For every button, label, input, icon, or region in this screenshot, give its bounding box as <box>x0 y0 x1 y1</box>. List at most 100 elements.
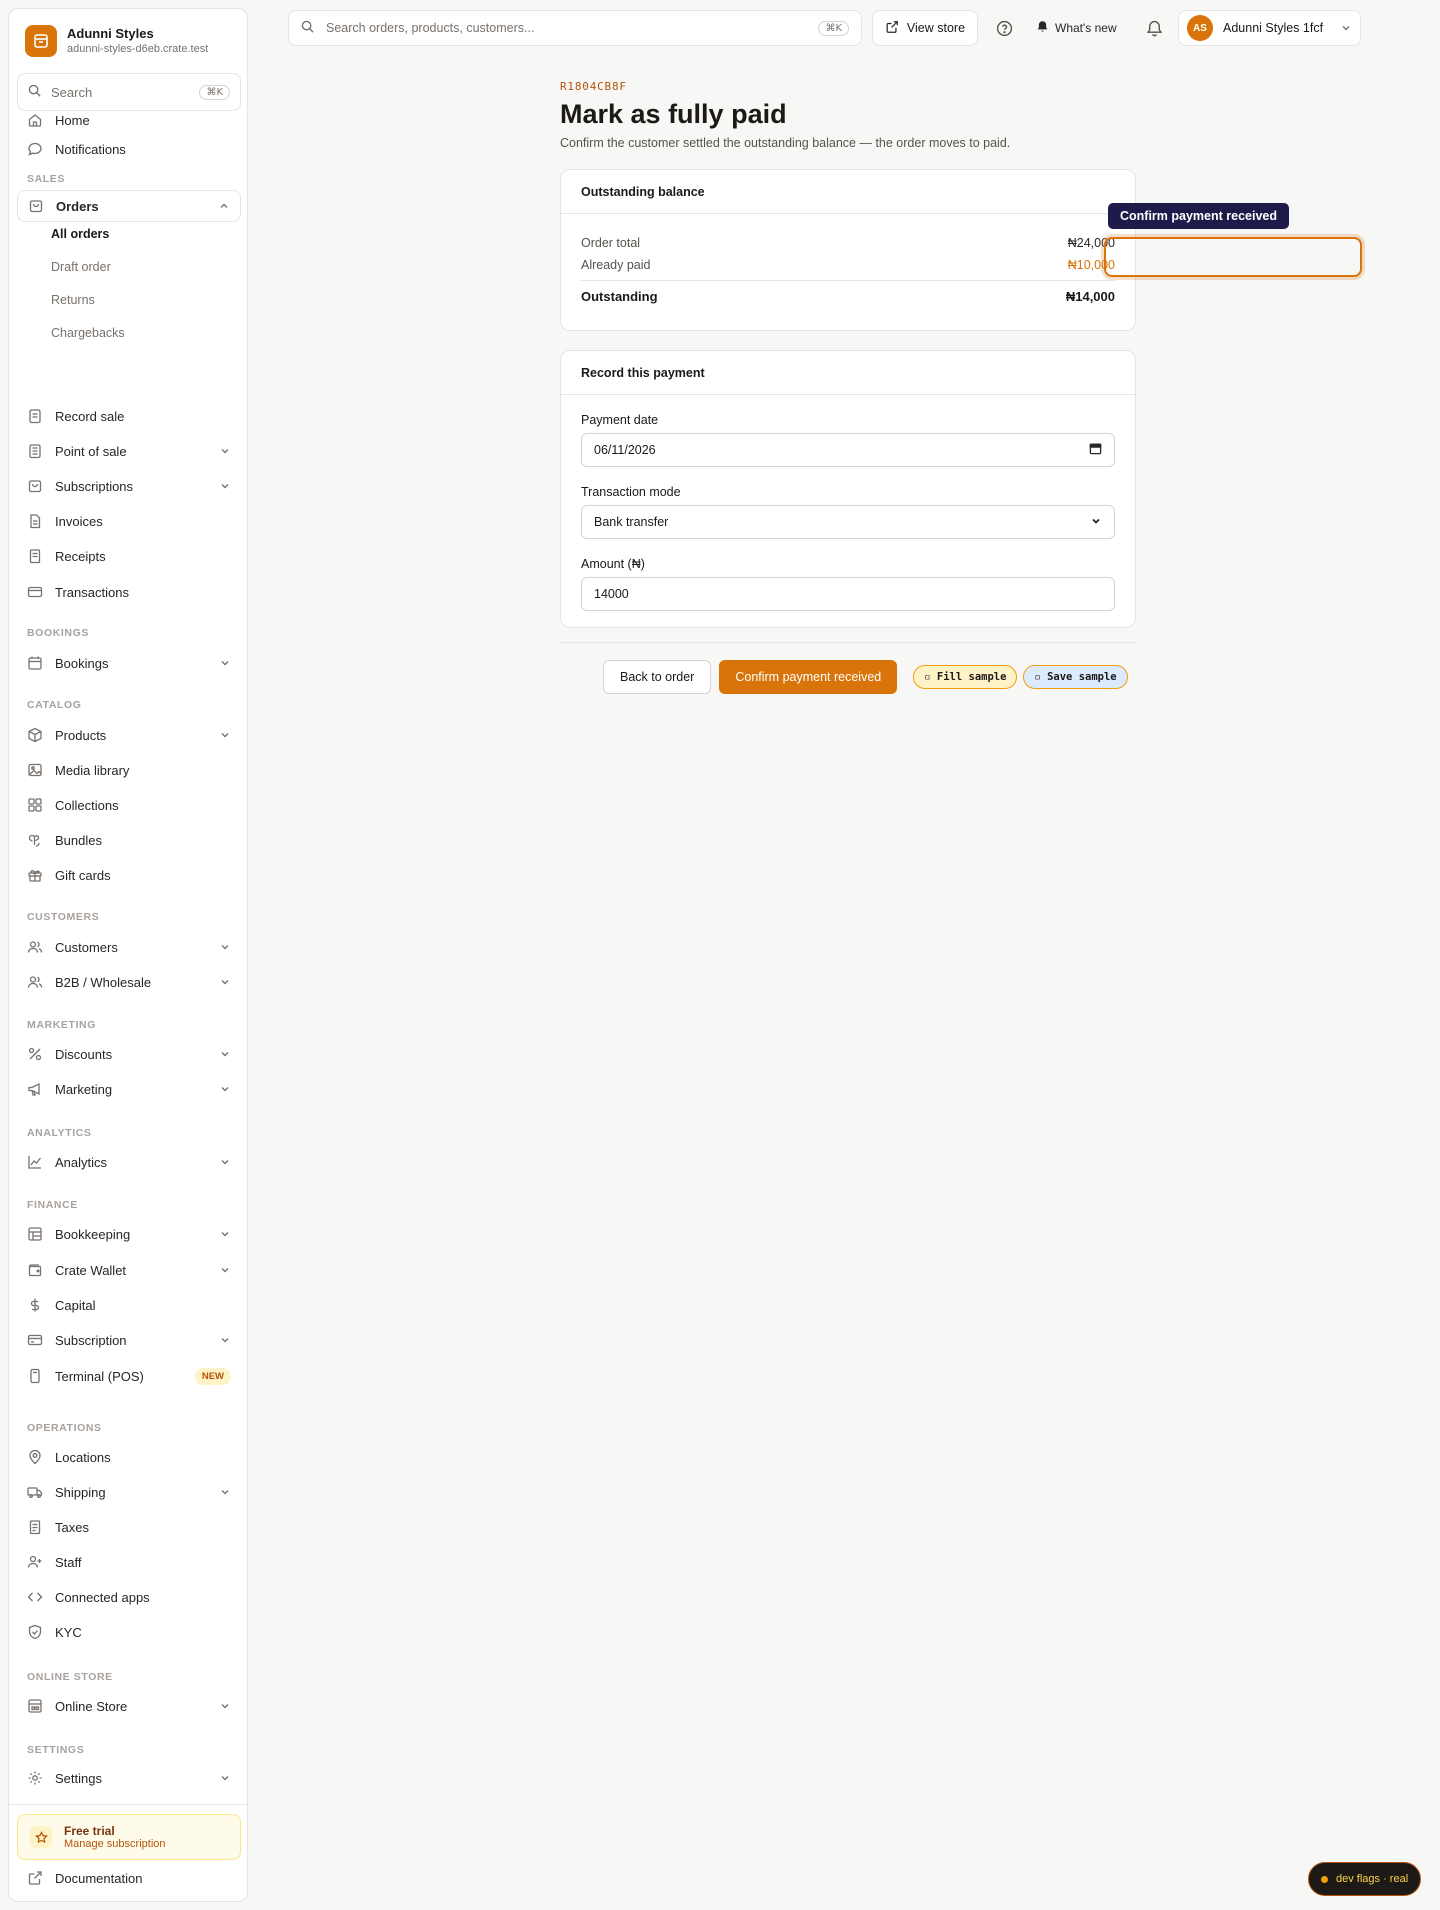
sidebar-item-invoices[interactable]: Invoices <box>17 505 241 537</box>
sidebar-item-connected-apps[interactable]: Connected apps <box>17 1581 241 1613</box>
sidebar-item-documentation[interactable]: Documentation <box>17 1862 241 1894</box>
external-link-icon <box>885 20 899 37</box>
sidebar-item-staff[interactable]: Staff <box>17 1546 241 1578</box>
sidebar-subitem-draft-order[interactable]: Draft order <box>51 257 111 277</box>
sidebar-item-label: Collections <box>55 797 119 813</box>
sidebar-item-b2b-wholesale[interactable]: B2B / Wholesale <box>17 966 241 998</box>
sidebar-item-kyc[interactable]: KYC <box>17 1616 241 1648</box>
sidebar-item-analytics[interactable]: Analytics <box>17 1146 241 1178</box>
sidebar-item-collections[interactable]: Collections <box>17 789 241 821</box>
payment-date-label: Payment date <box>581 413 659 427</box>
sidebar-item-gift-cards[interactable]: Gift cards <box>17 859 241 891</box>
wallet-icon <box>27 1262 43 1278</box>
notifications-bell-icon[interactable] <box>1144 10 1164 46</box>
chevron-down-icon <box>221 661 229 666</box>
chevron-down-icon <box>221 449 229 454</box>
sidebar-item-home[interactable]: Home <box>17 104 241 136</box>
avatar: AS <box>1187 15 1213 41</box>
dev-flags-badge[interactable]: dev flags · real <box>1308 1862 1422 1896</box>
sidebar-item-subscriptions[interactable]: Subscriptions <box>17 470 241 502</box>
search-icon <box>301 20 314 36</box>
sidebar-item-receipts[interactable]: Receipts <box>17 540 241 572</box>
sidebar-item-discounts[interactable]: Discounts <box>17 1038 241 1070</box>
sidebar-item-terminal-pos[interactable]: Terminal (POS) NEW <box>17 1360 241 1392</box>
sidebar-item-notifications[interactable]: Notifications <box>17 133 241 165</box>
account-name: Adunni Styles 1fcf <box>1223 21 1324 35</box>
chevron-down-icon <box>221 1490 229 1495</box>
save-sample-button[interactable]: ▫ Save sample <box>1023 665 1128 689</box>
sidebar-item-label: Point of sale <box>55 443 127 459</box>
view-store-button[interactable]: View store <box>872 10 978 46</box>
payment-date-input[interactable]: 06/11/2026 <box>581 433 1115 467</box>
sidebar-item-bookkeeping[interactable]: Bookkeeping <box>17 1218 241 1250</box>
register-icon <box>27 443 43 459</box>
sidebar-item-label: Settings <box>55 1770 102 1786</box>
sidebar-item-online-store[interactable]: Online Store <box>17 1690 241 1722</box>
store-url: adunni-styles-d6eb.crate.test <box>67 43 209 55</box>
confirm-payment-button[interactable]: Confirm payment received <box>719 660 898 694</box>
sidebar-item-label: Receipts <box>55 548 106 564</box>
sidebar-subitem-returns[interactable]: Returns <box>51 290 95 310</box>
chevron-down-icon <box>221 733 229 738</box>
sidebar-subitem-all-orders[interactable]: All orders <box>51 224 109 244</box>
sidebar-item-products[interactable]: Products <box>17 719 241 751</box>
trial-title: Free trial <box>64 1824 115 1838</box>
global-search-input[interactable]: Search orders, products, customers... ⌘K <box>288 10 862 46</box>
form-actions: Back to order Confirm payment received ▫… <box>603 660 1128 694</box>
transaction-mode-select[interactable]: Bank transfer <box>581 505 1115 539</box>
chevron-down-icon <box>221 1338 229 1343</box>
calendar-icon[interactable] <box>1089 442 1102 458</box>
dev-flags-label: dev flags · real <box>1336 1873 1409 1885</box>
sidebar-item-bookings[interactable]: Bookings <box>17 647 241 679</box>
section-label-marketing: MARKETING <box>27 1019 96 1031</box>
sidebar-item-orders[interactable]: Orders <box>17 190 241 222</box>
chevron-down-icon <box>221 1268 229 1273</box>
sidebar-item-shipping[interactable]: Shipping <box>17 1476 241 1508</box>
sidebar-item-settings[interactable]: Settings <box>17 1762 241 1794</box>
users-icon <box>27 974 43 990</box>
manage-subscription-link[interactable]: Manage subscription <box>64 1838 166 1850</box>
sidebar-item-label: Bookings <box>55 655 109 671</box>
truck-icon <box>27 1484 43 1500</box>
whats-new-label: What's new <box>1055 21 1117 35</box>
sidebar-item-marketing[interactable]: Marketing <box>17 1073 241 1105</box>
users-icon <box>27 939 43 955</box>
already-paid-label: Already paid <box>581 258 651 272</box>
amount-input[interactable]: 14000 <box>581 577 1115 611</box>
fill-sample-button[interactable]: ▫ Fill sample <box>913 665 1018 689</box>
status-dot-icon <box>1321 1875 1328 1883</box>
transaction-mode-label: Transaction mode <box>581 485 681 499</box>
chevron-down-icon <box>221 1776 229 1781</box>
gear-icon <box>27 1770 43 1786</box>
chevron-down-icon <box>1090 515 1102 530</box>
sidebar-item-label: Crate Wallet <box>55 1262 127 1278</box>
sidebar-item-bundles[interactable]: Bundles <box>17 824 241 856</box>
sidebar-item-crate-wallet[interactable]: Crate Wallet <box>17 1254 241 1286</box>
sidebar-item-label: Taxes <box>55 1519 89 1535</box>
gift-icon <box>27 867 43 883</box>
target-tooltip: Confirm payment received <box>1108 203 1289 229</box>
dollar-icon <box>27 1297 43 1313</box>
sidebar-item-taxes[interactable]: Taxes <box>17 1511 241 1543</box>
sidebar-item-subscription[interactable]: Subscription <box>17 1324 241 1356</box>
sidebar-item-label: Products <box>55 727 107 743</box>
account-menu[interactable]: AS Adunni Styles 1fcf <box>1178 10 1361 46</box>
sidebar-item-transactions[interactable]: Transactions <box>17 576 241 608</box>
whats-new-button[interactable]: What's new <box>1036 10 1117 46</box>
brand[interactable]: Adunni Styles adunni-styles-d6eb.crate.t… <box>25 25 208 57</box>
section-label-online-store: ONLINE STORE <box>27 1671 113 1683</box>
sidebar-item-locations[interactable]: Locations <box>17 1441 241 1473</box>
card-heading: Outstanding balance <box>561 170 1135 214</box>
sidebar-item-record-sale[interactable]: Record sale <box>17 400 241 432</box>
help-icon[interactable] <box>994 10 1014 46</box>
sidebar-item-label: Subscription <box>55 1332 127 1348</box>
back-to-order-button[interactable]: Back to order <box>603 660 712 694</box>
free-trial-card[interactable]: Free trial Manage subscription <box>17 1814 241 1860</box>
sidebar-item-customers[interactable]: Customers <box>17 931 241 963</box>
sidebar-item-media-library[interactable]: Media library <box>17 754 241 786</box>
sidebar-item-label: Staff <box>55 1554 82 1570</box>
page-subtitle: Confirm the customer settled the outstan… <box>560 136 1011 150</box>
sidebar-subitem-chargebacks[interactable]: Chargebacks <box>51 323 125 343</box>
sidebar-item-capital[interactable]: Capital <box>17 1289 241 1321</box>
sidebar-item-point-of-sale[interactable]: Point of sale <box>17 435 241 467</box>
